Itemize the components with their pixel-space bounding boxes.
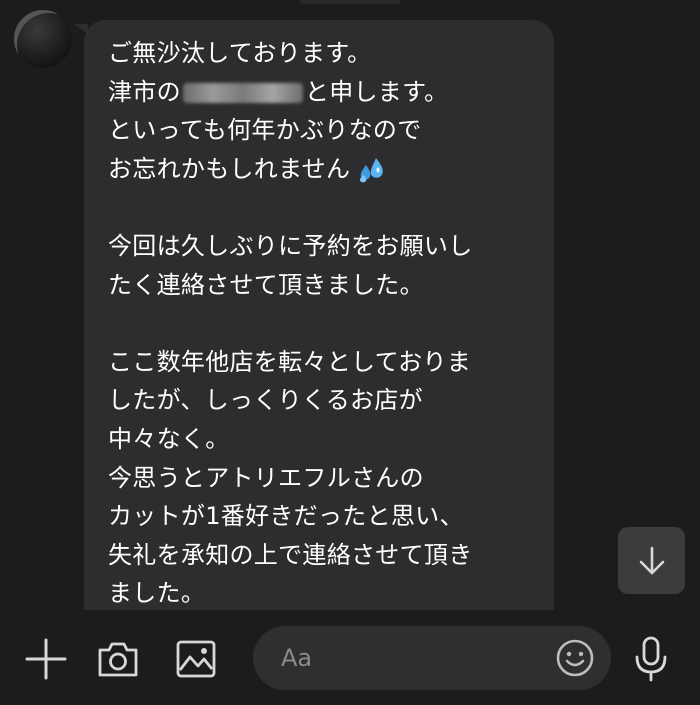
message-line: カットが1番好きだったと思い、: [108, 502, 464, 531]
plus-icon: [25, 638, 67, 680]
message-line: したが、しっくりくるお店が: [108, 386, 423, 415]
message-line-suffix: と申します。: [304, 77, 449, 106]
smiley-icon[interactable]: [555, 638, 595, 678]
add-button[interactable]: [22, 635, 70, 683]
microphone-button[interactable]: [627, 635, 675, 683]
message-input-bar: Aa: [0, 610, 700, 705]
message-text: ご無沙汰しております。 津市の と申します。 といっても何年かぶりなので お忘れか…: [108, 34, 548, 613]
message-line: お忘れかもしれません: [108, 150, 548, 189]
image-button[interactable]: [172, 635, 220, 683]
message-line-text: お忘れかもしれません: [108, 154, 351, 183]
sweat-droplets-emoji-icon: [360, 157, 384, 183]
message-input-placeholder: Aa: [281, 644, 313, 672]
message-line: ました。: [108, 579, 206, 608]
sender-avatar[interactable]: [14, 10, 72, 68]
image-icon: [176, 640, 216, 678]
arrow-down-icon: [639, 546, 664, 574]
message-line: たく連絡させて頂きました。: [108, 270, 424, 299]
message-input[interactable]: Aa: [253, 626, 611, 690]
scroll-to-bottom-button[interactable]: [618, 527, 685, 594]
message-line: といっても何年かぶりなので: [108, 116, 422, 145]
camera-icon: [98, 642, 138, 677]
message-line-blank: [108, 304, 548, 343]
top-handle: [300, 0, 400, 4]
message-line: 失礼を承知の上で連絡させて頂き: [108, 540, 473, 569]
message-line: ご無沙汰しております。: [108, 39, 372, 67]
message-line: 今回は久しぶりに予約をお願いし: [108, 231, 473, 260]
chat-screen: ご無沙汰しております。 津市の と申します。 といっても何年かぶりなので お忘れか…: [0, 0, 700, 705]
microphone-icon: [635, 636, 667, 682]
message-line-prefix: 津市の: [108, 77, 181, 106]
message-line: ここ数年他店を転々としておりま: [108, 347, 472, 376]
message-line: 中々なく。: [108, 424, 230, 453]
message-line-blank: [108, 188, 548, 227]
redacted-name: [182, 82, 303, 103]
message-line: 今思うとアトリエフルさんの: [108, 463, 424, 492]
message-line: 津市の と申します。: [108, 73, 548, 112]
camera-button[interactable]: [94, 635, 142, 683]
